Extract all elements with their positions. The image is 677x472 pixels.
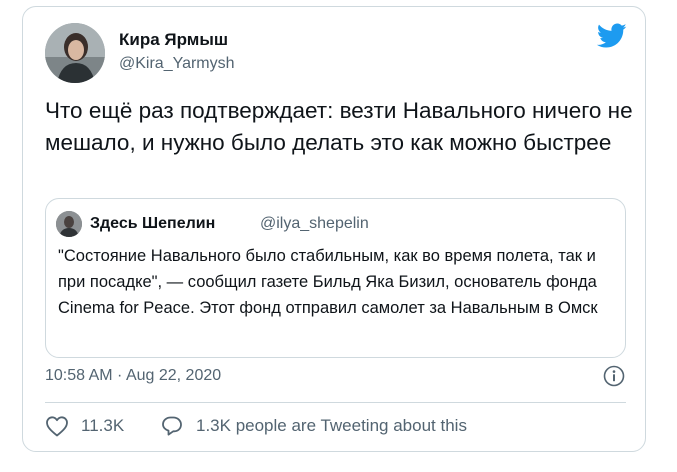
quoted-author-name: Здесь Шепелин [90,215,216,232]
divider [45,402,626,403]
quoted-tweet[interactable]: Здесь Шепелин @ilya_shepelin "Состояние … [45,198,626,358]
author-name[interactable]: Кира Ярмыш [119,30,228,50]
author-avatar[interactable] [45,23,105,83]
tweet-card: Кира Ярмыш @Kira_Yarmysh Что ещё раз под… [22,6,646,452]
twitter-bird-icon[interactable] [596,23,627,49]
quoted-author-avatar[interactable] [56,211,82,237]
like-count: 11.3K [81,416,125,435]
heart-icon [46,416,68,437]
quoted-tweet-text: "Состояние Навального было стабильным, к… [58,247,598,317]
quoted-author-handle: @ilya_shepelin [260,215,369,232]
quote-tweets-link[interactable]: 1.3K people are Tweeting about this [160,415,467,437]
speech-bubble-icon [162,416,182,436]
quoted-avatar-image [56,211,82,237]
info-icon[interactable] [603,365,625,387]
like-button[interactable]: 11.3K [45,415,124,437]
author-avatar-image [45,23,105,83]
tweet-timestamp[interactable]: 10:58 AM · Aug 22, 2020 [45,367,221,385]
tweet-text: Что ещё раз подтверждает: везти Навально… [45,98,633,155]
author-handle[interactable]: @Kira_Yarmysh [119,55,235,73]
quote-tweets-label: 1.3K people are Tweeting about this [196,416,467,435]
